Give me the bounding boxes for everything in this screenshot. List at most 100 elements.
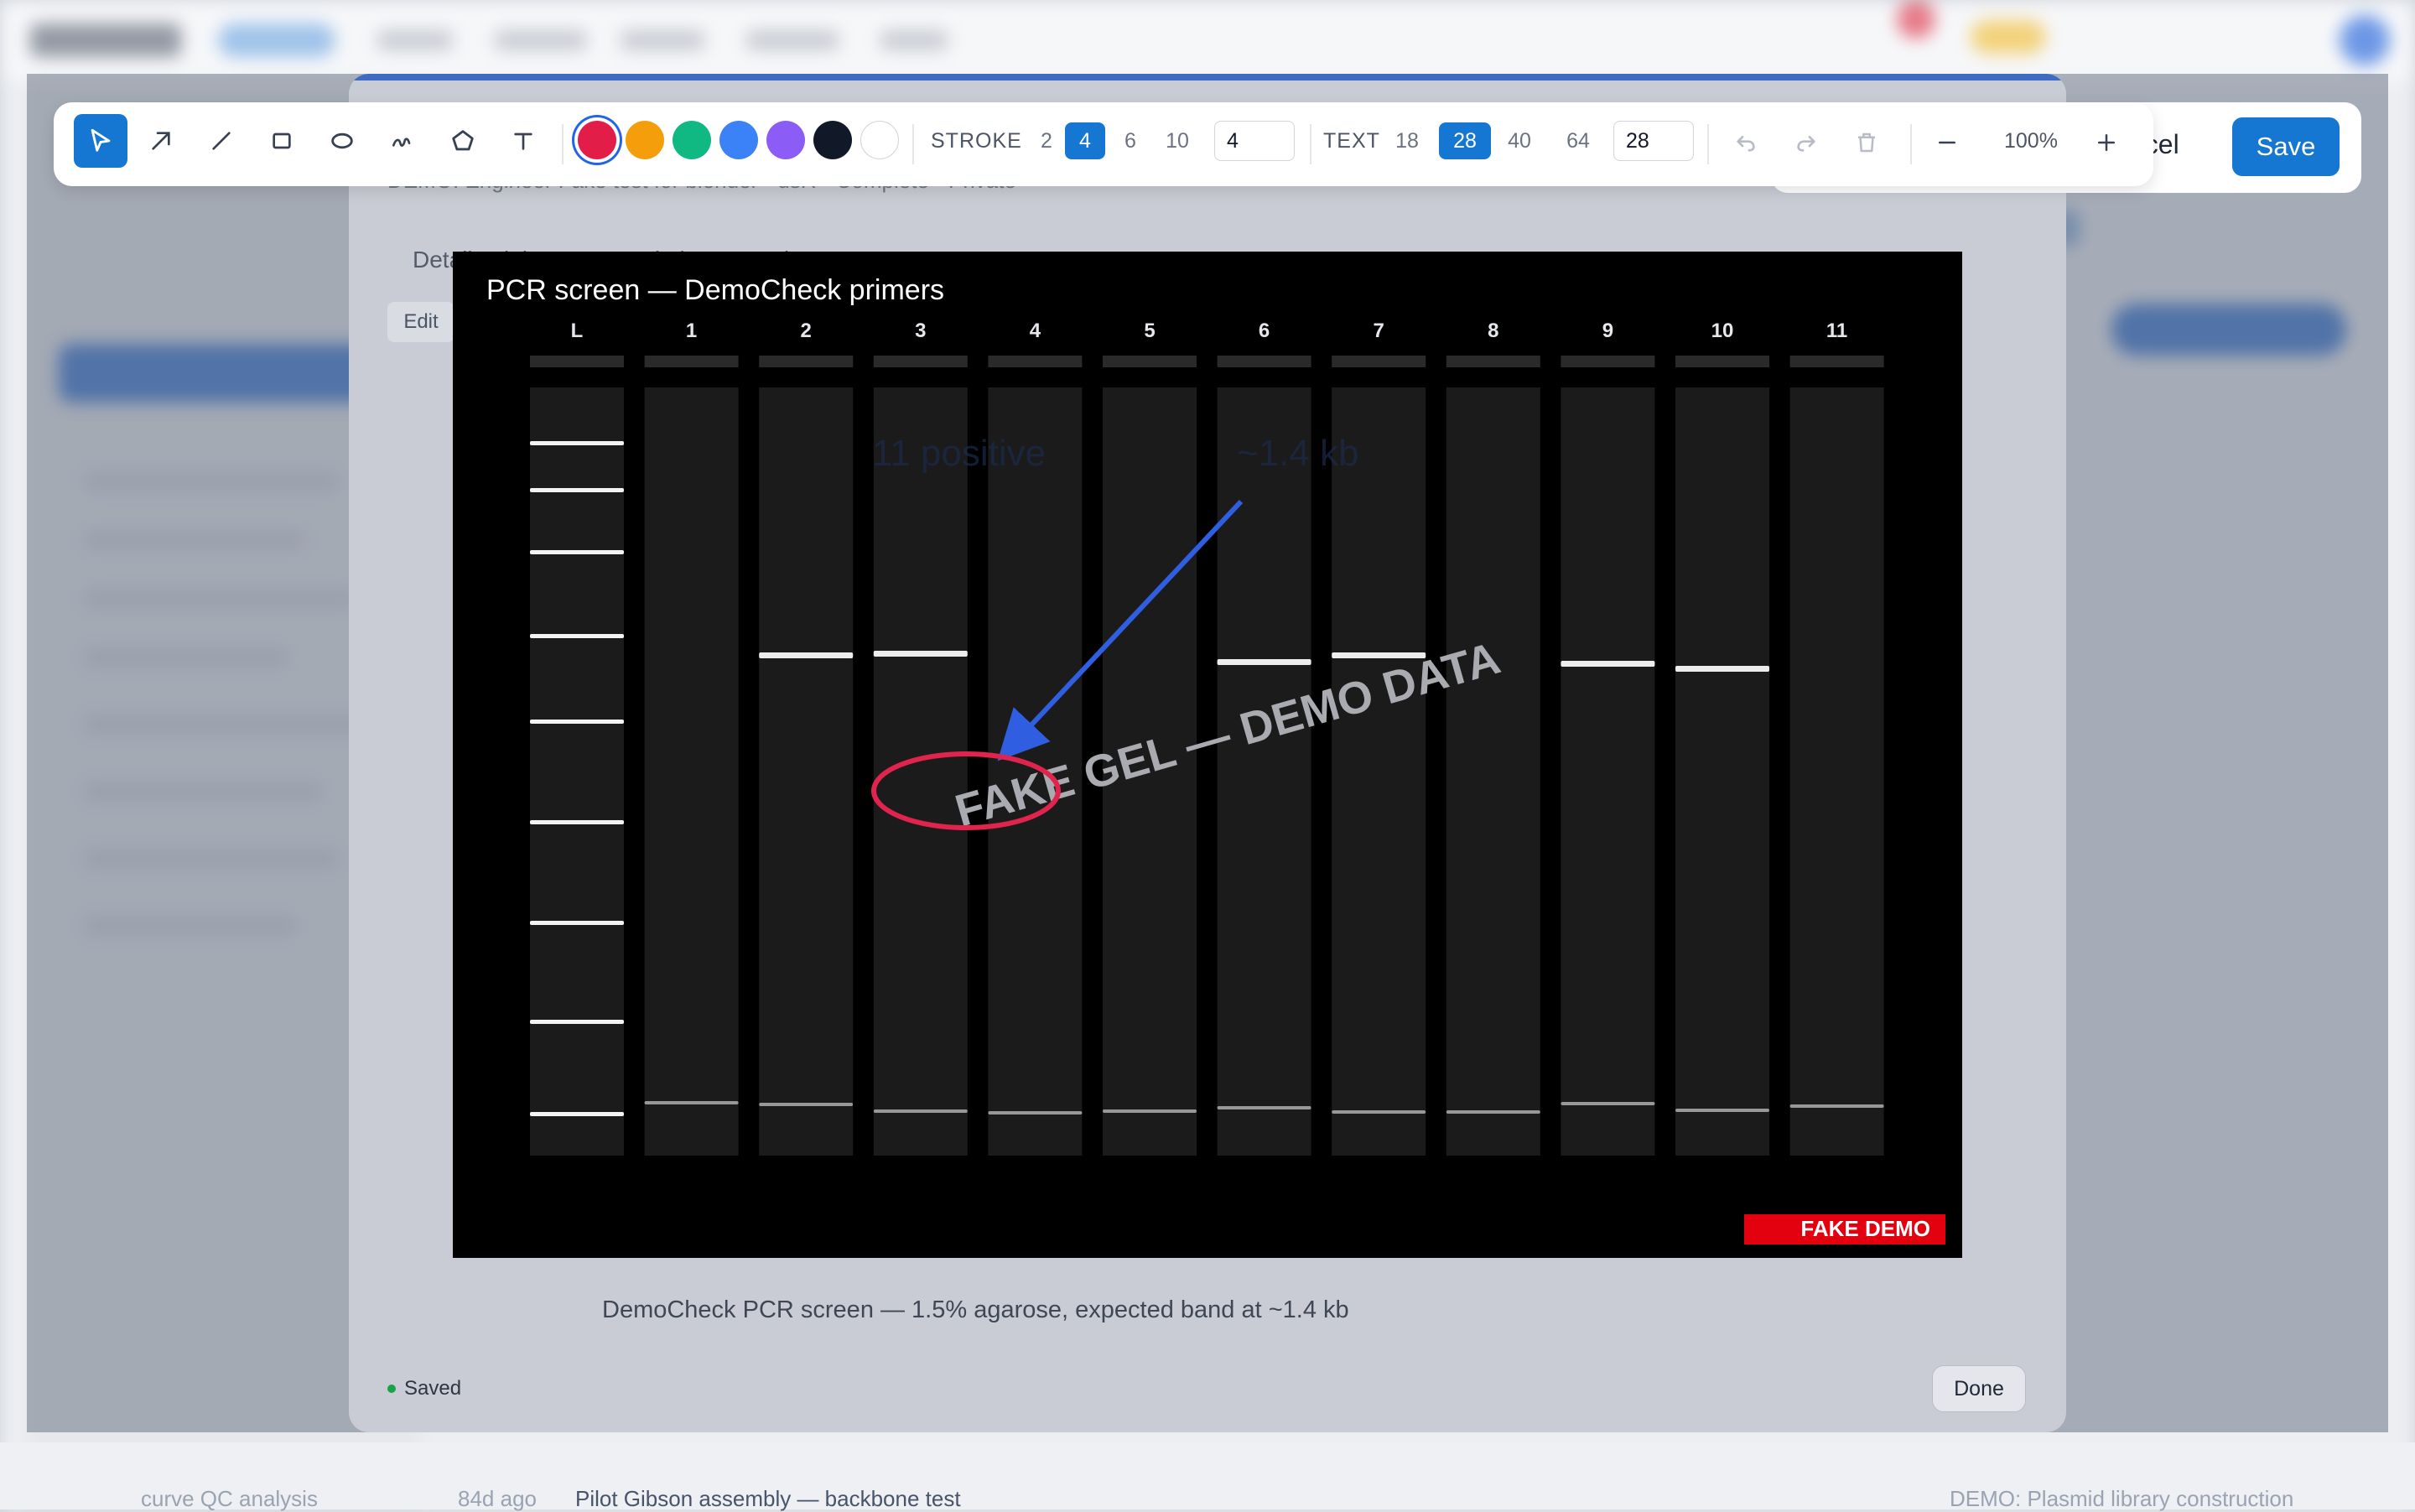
lane-label: 9 (1602, 320, 1613, 342)
gel-band (1217, 659, 1311, 665)
stroke-size-10[interactable]: 10 (1161, 122, 1194, 159)
arrow-icon (152, 132, 170, 150)
save-button[interactable]: Save (2232, 117, 2340, 176)
plus-icon (2098, 134, 2115, 151)
rectangle-tool[interactable] (255, 114, 309, 168)
rectangle-icon (273, 132, 291, 149)
zoom-out-button[interactable] (1924, 119, 1971, 166)
polygon-icon (452, 130, 474, 151)
stroke-size-6[interactable]: 6 (1114, 122, 1147, 159)
color-swatch-white[interactable] (860, 121, 899, 159)
text-tool[interactable] (496, 114, 550, 168)
gel-band (1446, 1110, 1540, 1114)
arrow-tool[interactable] (134, 114, 188, 168)
gel-band (1789, 1104, 1884, 1108)
gel-band (759, 652, 854, 658)
toolbar-divider (912, 124, 914, 164)
gel-band (1332, 1110, 1426, 1114)
done-button[interactable]: Done (1932, 1365, 2026, 1412)
edit-button[interactable]: Edit (387, 302, 454, 342)
background-footer-left-item: curve QC analysis (141, 1486, 318, 1511)
gel-band (530, 921, 624, 925)
stroke-size-2[interactable]: 2 (1030, 122, 1063, 159)
gel-band (1561, 661, 1655, 667)
gel-lane (759, 387, 854, 1156)
gel-band (1675, 1109, 1769, 1112)
minus-icon (1939, 141, 1955, 144)
text-size-64[interactable]: 64 (1561, 122, 1595, 159)
stroke-width-input[interactable]: 4 (1214, 121, 1295, 161)
gel-well (759, 356, 854, 367)
color-swatch-blue[interactable] (719, 121, 758, 159)
polygon-tool[interactable] (436, 114, 490, 168)
lane-label: 10 (1711, 320, 1734, 342)
text-size-input[interactable]: 28 (1613, 121, 1694, 161)
background-nav-item (621, 30, 704, 50)
background-logo (30, 23, 181, 57)
image-caption[interactable]: DemoCheck PCR screen — 1.5% agarose, exp… (602, 1296, 1349, 1324)
background-nav-item (495, 30, 587, 50)
undo-icon (1737, 136, 1755, 152)
lane-label: 7 (1374, 320, 1384, 342)
gel-well (1332, 356, 1426, 367)
gel-image-canvas[interactable]: PCR screen — DemoCheck primers L 1 2 3 4 5 6 7 8… (453, 252, 1962, 1258)
ellipse-tool[interactable] (315, 114, 369, 168)
gel-band (1103, 1109, 1197, 1113)
gel-title: PCR screen — DemoCheck primers (486, 274, 944, 306)
zoom-level: 100% (2004, 129, 2058, 153)
background-avatar (2340, 15, 2390, 65)
gel-well (1217, 356, 1311, 367)
gel-band (873, 651, 968, 657)
cursor-icon (91, 128, 111, 152)
freehand-icon (392, 138, 411, 147)
color-swatch-orange[interactable] (626, 121, 664, 159)
faint-annotation-size: ~1.4 kb (1237, 433, 1359, 474)
zoom-in-button[interactable] (2083, 119, 2130, 166)
gel-lane (1446, 387, 1540, 1156)
gel-band (1675, 666, 1769, 672)
status-dot-icon (387, 1385, 396, 1393)
color-swatch-green[interactable] (673, 121, 711, 159)
lane-label: 1 (686, 320, 697, 342)
gel-well (873, 356, 968, 367)
trash-icon (1858, 132, 1875, 153)
freehand-tool[interactable] (376, 114, 429, 168)
lane-label: 2 (801, 320, 812, 342)
gel-band (988, 1111, 1083, 1115)
lane-label: 4 (1030, 320, 1041, 342)
redo-button[interactable] (1783, 119, 1830, 166)
background-footer-time: 84d ago (458, 1486, 537, 1511)
delete-button[interactable] (1843, 119, 1890, 166)
gel-lane (1332, 387, 1426, 1156)
gel-band (1561, 1102, 1655, 1105)
background-badge (1971, 20, 2046, 54)
background-notification (1897, 0, 1935, 39)
text-size-18[interactable]: 18 (1390, 122, 1424, 159)
save-status: Saved (387, 1377, 461, 1400)
text-icon (514, 132, 532, 150)
text-size-28[interactable]: 28 (1439, 122, 1491, 159)
gel-lane (1561, 387, 1655, 1156)
select-tool[interactable] (74, 114, 127, 168)
lane-label: 5 (1144, 320, 1155, 342)
gel-band (644, 1101, 739, 1104)
background-footer-title: Pilot Gibson assembly — backbone test (575, 1486, 961, 1511)
undo-button[interactable] (1722, 119, 1769, 166)
background-topbar (0, 0, 2415, 81)
gel-svg[interactable]: PCR screen — DemoCheck primers L 1 2 3 4 5 6 7 8… (453, 252, 1962, 1258)
color-swatch-red[interactable] (578, 121, 616, 159)
color-swatch-purple[interactable] (766, 121, 805, 159)
gel-band (530, 634, 624, 638)
lane-label: L (571, 320, 584, 342)
stroke-label: STROKE (931, 129, 1022, 153)
background-footer-project: DEMO: Plasmid library construction (1950, 1486, 2294, 1511)
gel-well (1446, 356, 1540, 367)
gel-well (1675, 356, 1769, 367)
text-size-label: TEXT (1323, 129, 1380, 153)
text-size-40[interactable]: 40 (1503, 122, 1536, 159)
background-nav-item (377, 30, 453, 50)
gel-band (759, 1103, 854, 1106)
color-swatch-black[interactable] (813, 121, 852, 159)
line-tool[interactable] (195, 114, 248, 168)
stroke-size-4[interactable]: 4 (1065, 122, 1105, 159)
